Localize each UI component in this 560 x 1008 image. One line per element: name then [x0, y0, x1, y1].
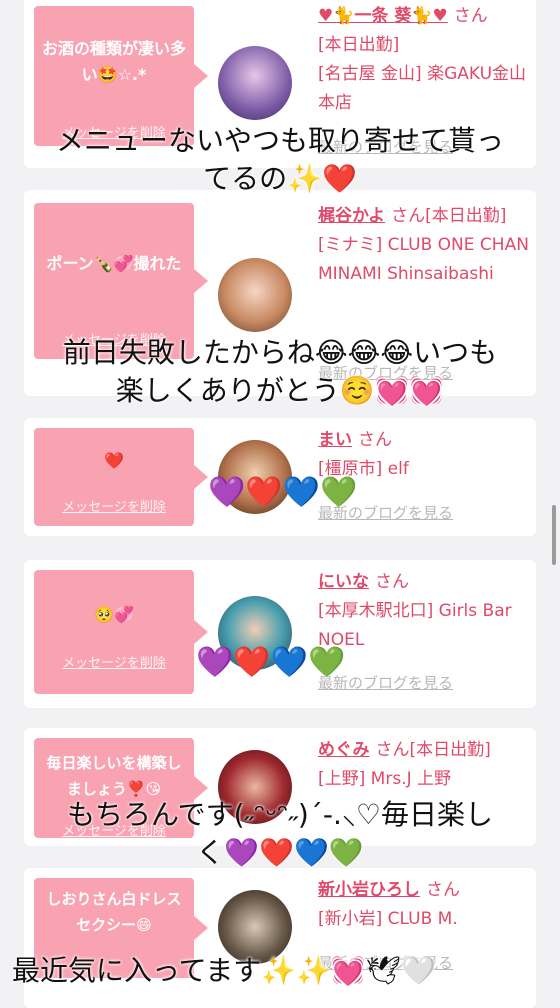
message-text: 毎日楽しいを構築しましょう❣️😘 — [46, 754, 182, 798]
entry-info: 新小岩ひろし さん [新小岩] CLUB M. — [318, 876, 530, 934]
heart-emoji-caption: 💜❤️💙💚 — [196, 645, 346, 680]
honorific: さん — [426, 880, 460, 900]
entry-info: ♥🐈一条 葵🐈♥ さん [本日出勤] [名古屋 金山] 楽GAKU金山本店 — [318, 2, 530, 118]
cast-name-link[interactable]: 新小岩ひろし — [318, 880, 420, 900]
caption-line: く💜❤️💙💚 — [196, 836, 364, 869]
avatar[interactable] — [218, 46, 292, 120]
message-text: 🥺💞 — [94, 605, 134, 624]
message-text: しおりさん白ドレスセクシー😄 — [46, 890, 182, 934]
overlay-caption: 最近気に入ってます✨✨💓🕊🤍 — [12, 952, 552, 990]
shop-label: [本厚木駅北口] Girls Bar NOEL — [318, 601, 512, 650]
honorific: さん — [453, 6, 488, 26]
avatar[interactable] — [218, 258, 292, 332]
caption-line: てるの✨❤️ — [203, 162, 357, 195]
honorific: さん — [358, 430, 392, 450]
entry-info: にいな さん [本厚木駅北口] Girls Bar NOEL — [318, 568, 530, 655]
caption-line: 前日失敗したからね😂😂😂いつも — [62, 336, 498, 369]
message-bubble: ❤️ メッセージを削除 — [34, 428, 208, 526]
honorific: さん — [391, 206, 426, 226]
overlay-caption: メニューないやつも取り寄せて貰っ てるの✨❤️ — [0, 122, 560, 198]
entry-info: めぐみ さん[本日出勤] [上野] Mrs.J 上野 — [318, 736, 530, 794]
cast-name-link[interactable]: ♥🐈一条 葵🐈♥ — [318, 6, 448, 26]
caption-line: 最近気に入ってます✨✨💓🕊🤍 — [12, 954, 437, 987]
message-text: お酒の種類が凄い多い🤩☆.* — [41, 39, 186, 84]
honorific: さん — [375, 740, 410, 760]
caption-line: メニューないやつも取り寄せて貰っ — [55, 124, 504, 157]
cast-name-link[interactable]: 梶谷かよ — [318, 206, 385, 226]
shop-label: [名古屋 金山] 楽GAKU金山本店 — [318, 64, 527, 113]
cast-name-link[interactable]: にいな — [318, 572, 369, 592]
honorific: さん — [375, 572, 409, 592]
delete-message-link[interactable]: メッセージを削除 — [34, 652, 194, 671]
overlay-caption: 前日失敗したからね😂😂😂いつも 楽しくありがとう☺️💓💓 — [0, 334, 560, 410]
status-label: [本日出勤] — [318, 35, 400, 55]
status-label: [本日出勤] — [425, 206, 507, 226]
heart-emoji-caption: 💜❤️💙💚 — [208, 475, 358, 510]
cast-name-link[interactable]: めぐみ — [318, 740, 370, 760]
scrollbar[interactable] — [552, 505, 556, 565]
caption-line: 楽しくありがとう☺️💓💓 — [115, 374, 445, 407]
message-card: 🥺💞 メッセージを削除 にいな さん [本厚木駅北口] Girls Bar NOE… — [24, 560, 536, 708]
caption-line: もちろんです(˶ᵔᵕᵔ˶)´-.⸜♡毎日楽し — [67, 798, 493, 831]
cast-name-link[interactable]: まい — [318, 430, 352, 450]
message-bubble: 🥺💞 メッセージを削除 — [34, 570, 208, 694]
entry-info: 梶谷かよ さん[本日出勤] [ミナミ] CLUB ONE CHAN MINAMI … — [318, 202, 530, 289]
shop-label: [ミナミ] CLUB ONE CHAN MINAMI Shinsaibashi — [318, 235, 529, 284]
overlay-caption: もちろんです(˶ᵔᵕᵔ˶)´-.⸜♡毎日楽し く💜❤️💙💚 — [0, 796, 560, 872]
shop-label: [上野] Mrs.J 上野 — [318, 769, 452, 789]
message-text: ❤️ — [104, 451, 124, 470]
delete-message-link[interactable]: メッセージを削除 — [34, 496, 194, 515]
shop-label: [新小岩] CLUB M. — [318, 909, 458, 929]
status-label: [本日出勤] — [409, 740, 491, 760]
message-text: ポーン🍾💞撮れた — [46, 254, 182, 273]
